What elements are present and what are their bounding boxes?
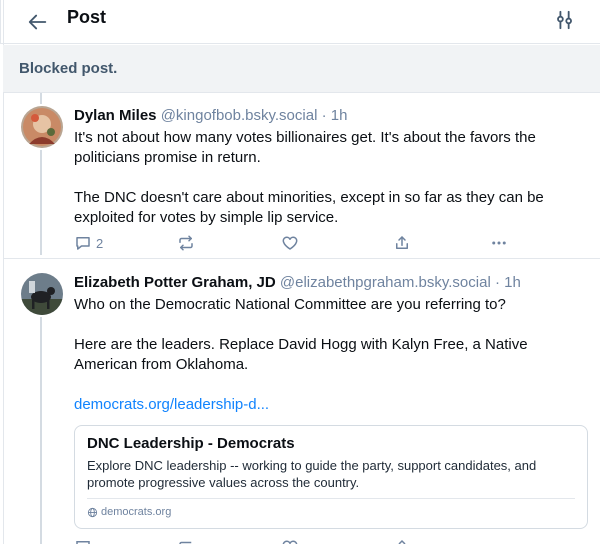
ellipsis-icon [492, 241, 506, 245]
link-card-domain: democrats.org [101, 506, 172, 518]
post-time[interactable]: · 1h [322, 107, 348, 124]
post-paragraph: Here are the leaders. Replace David Hogg… [74, 336, 528, 373]
post-dylan-miles[interactable]: Dylan Miles @kingofbob.bsky.social · 1h … [3, 94, 600, 258]
share-icon [396, 236, 408, 249]
post-paragraph: It's not about how many votes billionair… [74, 129, 536, 166]
share-button[interactable] [393, 538, 411, 544]
link-card-divider [87, 498, 575, 499]
link-card-title: DNC Leadership - Democrats [87, 435, 295, 452]
author-name[interactable]: Dylan Miles [74, 107, 157, 124]
repost-icon [179, 235, 193, 251]
heart-icon [282, 236, 298, 250]
post-header: Dylan Miles @kingofbob.bsky.social · 1h [74, 107, 347, 124]
author-handle[interactable]: @kingofbob.bsky.social [161, 107, 318, 124]
author-handle[interactable]: @elizabethpgraham.bsky.social [280, 274, 491, 291]
link-card[interactable]: DNC Leadership - Democrats Explore DNC l… [74, 425, 588, 529]
post-text: Who on the Democratic National Committee… [74, 295, 589, 415]
post-text: It's not about how many votes billionair… [74, 128, 589, 228]
post-header: Elizabeth Potter Graham, JD @elizabethpg… [74, 274, 521, 291]
share-icon [398, 539, 406, 544]
post-paragraph: The DNC doesn't care about minorities, e… [74, 189, 544, 226]
sliders-icon [557, 10, 572, 30]
link-card-description: Explore DNC leadership -- working to gui… [87, 458, 537, 490]
post-time[interactable]: · 1h [495, 274, 521, 291]
blocked-post-notice: Blocked post. [3, 45, 600, 93]
repost-button[interactable] [177, 538, 195, 544]
page-title: Post [67, 7, 107, 27]
repost-button[interactable] [177, 234, 195, 252]
post-link[interactable]: democrats.org/leadership-d... [74, 396, 269, 413]
like-button[interactable] [281, 538, 299, 544]
post-actions-partial [74, 538, 514, 544]
post-paragraph: Who on the Democratic National Committee… [74, 296, 506, 313]
repost-icon [179, 541, 192, 544]
more-options-button[interactable] [490, 234, 508, 252]
back-button[interactable] [25, 9, 51, 35]
speech-bubble-icon [76, 237, 90, 250]
avatar[interactable] [21, 273, 63, 315]
speech-bubble-icon [76, 541, 90, 544]
heart-icon [282, 540, 298, 544]
author-name[interactable]: Elizabeth Potter Graham, JD [74, 274, 276, 291]
reply-count: 2 [96, 235, 104, 251]
arrow-left-icon [28, 14, 47, 30]
like-button[interactable] [281, 234, 299, 252]
reply-button[interactable]: 2 [74, 234, 103, 252]
avatar[interactable] [21, 106, 63, 148]
blocked-post-text: Blocked post. [19, 60, 118, 77]
thread-settings-button[interactable] [554, 9, 578, 33]
link-card-domain-row: democrats.org [87, 506, 171, 518]
globe-icon [87, 507, 98, 517]
share-button[interactable] [393, 234, 411, 252]
header-bar: Post [0, 0, 600, 44]
post-actions: 2 [74, 234, 514, 254]
reply-button[interactable] [74, 538, 92, 544]
